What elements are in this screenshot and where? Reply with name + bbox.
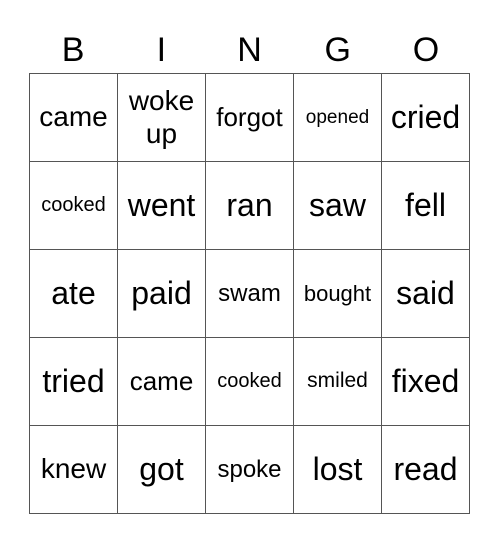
bingo-cell[interactable]: cried <box>382 74 470 162</box>
bingo-cell[interactable]: swam <box>206 250 294 338</box>
header-letter-b: B <box>61 31 85 69</box>
bingo-cell[interactable]: cooked <box>30 162 118 250</box>
bingo-cell[interactable]: cooked <box>206 338 294 426</box>
bingo-cell[interactable]: spoke <box>206 426 294 514</box>
bingo-cell[interactable]: woke up <box>118 74 206 162</box>
bingo-cell[interactable]: fell <box>382 162 470 250</box>
bingo-cell[interactable]: saw <box>294 162 382 250</box>
header-letter-i: I <box>156 31 167 69</box>
bingo-cell[interactable]: came <box>30 74 118 162</box>
bingo-cell[interactable]: forgot <box>206 74 294 162</box>
bingo-cell[interactable]: bought <box>294 250 382 338</box>
bingo-cell[interactable]: smiled <box>294 338 382 426</box>
bingo-cell[interactable]: read <box>382 426 470 514</box>
bingo-cell[interactable]: said <box>382 250 470 338</box>
bingo-cell[interactable]: fixed <box>382 338 470 426</box>
bingo-cell[interactable]: opened <box>294 74 382 162</box>
header-letter-n: N <box>237 31 262 69</box>
bingo-cell[interactable]: paid <box>118 250 206 338</box>
bingo-grid: came woke up forgot opened cried cooked went ra… <box>29 73 470 514</box>
bingo-cell[interactable]: came <box>118 338 206 426</box>
bingo-cell[interactable]: went <box>118 162 206 250</box>
header-letter-g: G <box>324 31 351 69</box>
bingo-cell[interactable]: tried <box>30 338 118 426</box>
bingo-cell[interactable]: lost <box>294 426 382 514</box>
bingo-cell[interactable]: ran <box>206 162 294 250</box>
bingo-cell[interactable]: ate <box>30 250 118 338</box>
bingo-cell[interactable]: knew <box>30 426 118 514</box>
bingo-header: B I N G O <box>29 28 470 72</box>
bingo-cell[interactable]: got <box>118 426 206 514</box>
header-letter-o: O <box>412 31 440 69</box>
